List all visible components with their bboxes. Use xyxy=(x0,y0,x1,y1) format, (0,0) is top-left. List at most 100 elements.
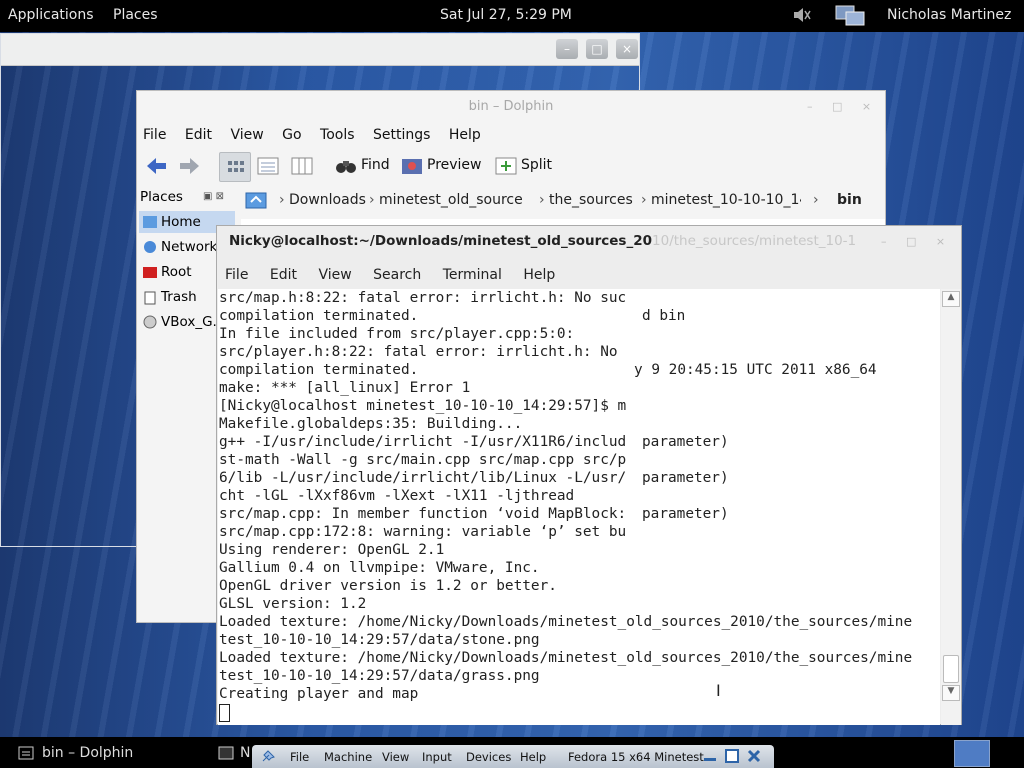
preview-icon[interactable] xyxy=(401,157,423,179)
scroll-down-icon[interactable]: ▼ xyxy=(942,685,960,701)
maximize-button[interactable]: □ xyxy=(586,39,608,59)
terminal-line: Gallium 0.4 on llvmpipe: VMware, Inc. xyxy=(219,560,540,576)
pin-icon[interactable] xyxy=(260,748,278,767)
vbox-menu-file[interactable]: File xyxy=(290,750,309,764)
task-dolphin[interactable]: bin – Dolphin xyxy=(42,745,133,761)
vbox-menu-devices[interactable]: Devices xyxy=(466,750,511,764)
dolphin-menubar: File Edit View Go Tools Settings Help xyxy=(143,127,495,143)
workspace-switcher[interactable] xyxy=(954,740,990,767)
terminal-title: Nicky@localhost:~/Downloads/minetest_old… xyxy=(229,233,857,249)
dolphin-toolbar: Find Preview Split xyxy=(137,149,885,183)
preview-button[interactable]: Preview xyxy=(427,157,482,173)
terminal-line: src/map.cpp: In member function ‘void Ma… xyxy=(219,506,627,522)
terminal-line: src/player.h:8:22: fatal error: irrlicht… xyxy=(219,344,618,360)
find-button[interactable]: Find xyxy=(361,157,390,173)
menu-view[interactable]: View xyxy=(318,267,351,283)
places-panel-controls[interactable]: ▣ ⊠ xyxy=(203,191,224,202)
menu-go[interactable]: Go xyxy=(282,127,301,143)
icons-view-button[interactable] xyxy=(219,152,251,182)
task-terminal[interactable]: N xyxy=(240,745,250,761)
terminal-line: test_10-10-10_14:29:57/data/grass.png xyxy=(219,668,540,684)
terminal-stale-text: parameter) xyxy=(642,506,729,522)
menu-edit[interactable]: Edit xyxy=(270,267,297,283)
terminal-scrollbar[interactable]: ▲ ▼ xyxy=(941,289,961,725)
places-item-label: Home xyxy=(161,214,201,230)
virtualbox-mini-toolbar: File Machine View Input Devices Help Fed… xyxy=(252,745,774,768)
terminal-line: src/map.h:8:22: fatal error: irrlicht.h:… xyxy=(219,290,627,306)
scroll-up-icon[interactable]: ▲ xyxy=(942,291,960,307)
scroll-thumb[interactable] xyxy=(943,655,959,683)
terminal-line: make: *** [all_linux] Error 1 xyxy=(219,380,471,396)
home-icon[interactable] xyxy=(244,189,268,215)
terminal-stale-text: parameter) xyxy=(642,470,729,486)
terminal-line: [Nicky@localhost minetest_10-10-10_14:29… xyxy=(219,398,627,414)
terminal-window-controls[interactable]: – □ × xyxy=(881,235,945,248)
close-button[interactable]: × xyxy=(616,39,638,59)
details-view-icon[interactable] xyxy=(257,157,279,179)
terminal-line: st-math -Wall -g src/main.cpp src/map.cp… xyxy=(219,452,627,468)
places-menu[interactable]: Places xyxy=(113,7,158,23)
menu-view[interactable]: View xyxy=(230,127,263,143)
dolphin-title: bin – Dolphin xyxy=(468,99,554,114)
terminal-stale-text: d bin xyxy=(642,308,686,324)
terminal-line: In file included from src/player.cpp:5:0… xyxy=(219,326,575,342)
outline-titlebar: – □ × xyxy=(1,34,639,66)
terminal-stale-text: parameter) xyxy=(642,434,729,450)
back-arrow-icon[interactable] xyxy=(145,157,167,179)
menu-file[interactable]: File xyxy=(143,127,166,143)
vbox-menu-view[interactable]: View xyxy=(382,750,409,764)
crumb-bin[interactable]: bin xyxy=(837,192,862,208)
terminal-line: src/map.cpp:172:8: warning: variable ‘p’… xyxy=(219,524,627,540)
menu-settings[interactable]: Settings xyxy=(373,127,430,143)
split-icon[interactable] xyxy=(495,157,517,179)
forward-arrow-icon[interactable] xyxy=(179,157,201,179)
terminal-stale-text: y 9 20:45:15 UTC 2011 x86_64 xyxy=(634,362,877,378)
minimize-icon[interactable] xyxy=(702,749,718,766)
vbox-menu-machine[interactable]: Machine xyxy=(324,750,372,764)
crumb-downloads[interactable]: Downloads xyxy=(289,192,366,208)
terminal-window: Nicky@localhost:~/Downloads/minetest_old… xyxy=(216,225,962,725)
close-icon[interactable] xyxy=(746,748,762,767)
binoculars-icon[interactable] xyxy=(335,157,357,179)
dolphin-window-controls[interactable]: – □ × xyxy=(807,100,871,113)
applications-menu[interactable]: Applications xyxy=(8,7,94,23)
menu-search[interactable]: Search xyxy=(373,267,421,283)
vm-name: Fedora 15 x64 Minetest xyxy=(568,750,704,764)
restore-icon[interactable] xyxy=(724,748,740,767)
menu-help[interactable]: Help xyxy=(523,267,555,283)
volume-icon[interactable] xyxy=(792,6,812,28)
terminal-line: Using renderer: OpenGL 2.1 xyxy=(219,542,445,558)
network-icon[interactable] xyxy=(834,3,866,33)
user-menu[interactable]: Nicholas Martinez xyxy=(887,7,1011,23)
terminal-line: Loaded texture: /home/Nicky/Downloads/mi… xyxy=(219,650,913,666)
vbox-menu-help[interactable]: Help xyxy=(520,750,546,764)
terminal-line: Makefile.globaldeps:35: Building... xyxy=(219,416,523,432)
places-header: Places xyxy=(140,189,183,205)
columns-view-icon[interactable] xyxy=(291,157,313,179)
crumb-minetest-dir[interactable]: minetest_10-10-10_14 xyxy=(651,192,801,208)
menu-file[interactable]: File xyxy=(225,267,248,283)
menu-edit[interactable]: Edit xyxy=(185,127,212,143)
terminal-line: Creating player and map xyxy=(219,686,419,702)
terminal-line: compilation terminated. xyxy=(219,308,419,324)
terminal-line: cht -lGL -lXxf86vm -lXext -lX11 -ljthrea… xyxy=(219,488,575,504)
terminal-line: 6/lib -L/usr/include/irrlicht/lib/Linux … xyxy=(219,470,627,486)
terminal-line: OpenGL driver version is 1.2 or better. xyxy=(219,578,557,594)
top-panel: Applications Places Sat Jul 27, 5:29 PM … xyxy=(0,0,1024,32)
crumb-old-sources[interactable]: minetest_old_source xyxy=(379,192,529,208)
crumb-the-sources[interactable]: the_sources xyxy=(549,192,633,208)
terminal-output[interactable]: src/map.h:8:22: fatal error: irrlicht.h:… xyxy=(218,289,940,725)
terminal-line: test_10-10-10_14:29:57/data/stone.png xyxy=(219,632,540,648)
split-button[interactable]: Split xyxy=(521,157,552,173)
places-item-label: Trash xyxy=(161,289,197,305)
minimize-button[interactable]: – xyxy=(556,39,578,59)
terminal-line: Loaded texture: /home/Nicky/Downloads/mi… xyxy=(219,614,913,630)
vbox-menu-input[interactable]: Input xyxy=(422,750,452,764)
clock[interactable]: Sat Jul 27, 5:29 PM xyxy=(440,7,572,23)
terminal-line: GLSL version: 1.2 xyxy=(219,596,367,612)
places-item-label: Root xyxy=(161,264,192,280)
menu-terminal[interactable]: Terminal xyxy=(443,267,502,283)
text-cursor-icon: I xyxy=(716,681,721,700)
menu-tools[interactable]: Tools xyxy=(320,127,355,143)
menu-help[interactable]: Help xyxy=(449,127,481,143)
